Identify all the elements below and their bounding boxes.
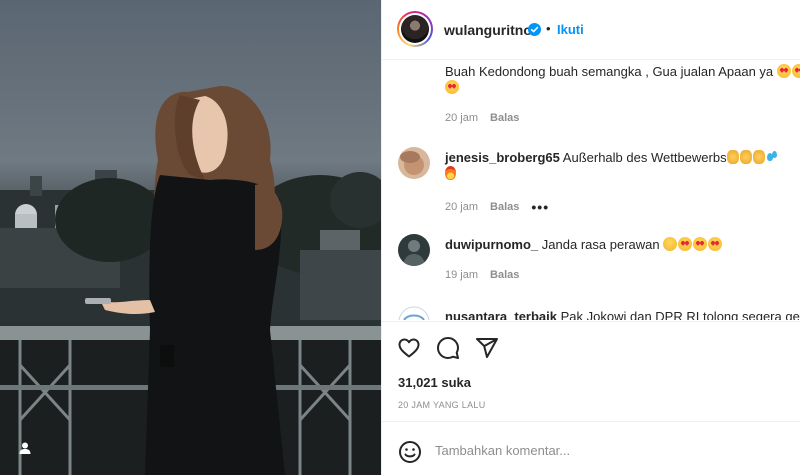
comment-text: Buah Kedondong buah semangka , Gua juala…: [445, 63, 800, 81]
comments-list[interactable]: Buah Kedondong buah semangka , Gua juala…: [382, 61, 800, 320]
heart-eyes-emoji-icon: [791, 64, 800, 78]
commenter-username[interactable]: jenesis_broberg65: [445, 150, 560, 165]
raised-hands-emoji-icon: [739, 150, 752, 164]
photo-scene: [0, 85, 381, 475]
comment-meta: 19 jam Balas: [445, 269, 519, 281]
share-button[interactable]: [473, 334, 501, 362]
comment-body: Janda rasa perawan: [541, 237, 660, 252]
raised-hands-emoji-icon: [726, 150, 739, 164]
author-username[interactable]: wulanguritno: [444, 22, 532, 38]
separator-dot: •: [546, 21, 551, 36]
paper-plane-icon: [476, 338, 498, 358]
verified-badge-icon: [528, 23, 541, 41]
reply-button[interactable]: Balas: [490, 201, 519, 213]
comment-text-line2: [445, 80, 460, 95]
post-timestamp: 20 JAM YANG LALU: [398, 400, 486, 410]
comment-time: 19 jam: [445, 269, 479, 281]
comment-composer: [382, 422, 800, 475]
post-actions: [382, 334, 800, 364]
heart-eyes-emoji-icon: [678, 237, 693, 251]
like-button[interactable]: [395, 334, 423, 362]
post-details-panel: wulanguritno • Ikuti Buah Kedondong buah…: [381, 0, 800, 475]
post-photo[interactable]: [0, 0, 381, 475]
commenter-avatar[interactable]: [398, 306, 430, 320]
raised-hands-emoji-icon: [752, 150, 765, 164]
reply-button[interactable]: Balas: [490, 112, 519, 124]
commenter-avatar[interactable]: [398, 147, 430, 179]
commenter-avatar[interactable]: [398, 234, 430, 266]
comment-button[interactable]: [434, 334, 462, 362]
post-header: wulanguritno • Ikuti: [382, 0, 800, 60]
comment-meta: 20 jam Balas: [445, 112, 519, 124]
fire-emoji-icon: [445, 166, 456, 180]
divider: [382, 321, 800, 322]
comment-text-line2: [445, 166, 457, 181]
droplets-emoji-icon: [766, 150, 778, 164]
heart-eyes-emoji-icon: [776, 64, 791, 78]
comment-body: Außerhalb des Wettbewerbs: [562, 150, 727, 165]
user-tag-icon[interactable]: [18, 441, 38, 461]
comment-time: 20 jam: [445, 112, 479, 124]
comment-meta: 20 jam Balas •••: [445, 199, 549, 215]
follow-button[interactable]: Ikuti: [557, 22, 584, 37]
smiley-icon: [399, 441, 421, 463]
reply-button[interactable]: Balas: [490, 269, 519, 281]
comment-body: Buah Kedondong buah semangka , Gua juala…: [445, 64, 774, 79]
heart-eyes-emoji-icon: [693, 237, 708, 251]
comment-text: jenesis_broberg65 Außerhalb des Wettbewe…: [445, 149, 800, 167]
comment-text: duwipurnomo_ Janda rasa perawan: [445, 236, 800, 254]
author-avatar[interactable]: [397, 11, 433, 47]
user-tag-glyph: [19, 442, 31, 454]
comment-time: 20 jam: [445, 201, 479, 213]
sad-face-emoji-icon: [663, 237, 678, 251]
comment-text: nusantara_terbaik Pak Jokowi dan DPR RI …: [445, 308, 800, 320]
commenter-username[interactable]: duwipurnomo_: [445, 237, 538, 252]
more-options-icon[interactable]: •••: [531, 199, 549, 215]
likes-count[interactable]: 31,021 suka: [398, 375, 471, 390]
emoji-button[interactable]: [398, 440, 422, 464]
heart-eyes-emoji-icon: [708, 237, 723, 251]
comment-input[interactable]: [435, 437, 775, 463]
commenter-username[interactable]: nusantara_terbaik: [445, 309, 557, 320]
comment-body: Pak Jokowi dan DPR RI tolong segera gela…: [560, 309, 800, 320]
comment-bubble-icon: [437, 337, 459, 359]
heart-eyes-emoji-icon: [445, 80, 459, 94]
heart-icon: [398, 338, 420, 358]
